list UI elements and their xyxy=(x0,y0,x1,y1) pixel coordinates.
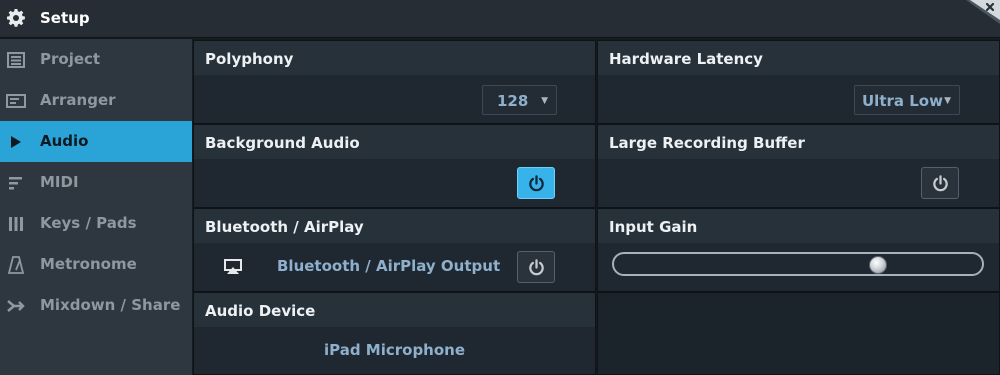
large-recording-buffer-title: Large Recording Buffer xyxy=(609,134,805,152)
audio-device-value[interactable]: iPad Microphone xyxy=(194,341,595,359)
bluetooth-output-label[interactable]: Bluetooth / AirPlay Output xyxy=(277,257,500,275)
sidebar-item-label: Project xyxy=(40,50,101,68)
sidebar: Project Arranger Audio MIDI Keys / Pads … xyxy=(0,39,192,375)
sidebar-item-label: MIDI xyxy=(40,173,79,191)
title-bar: Setup xyxy=(0,0,1000,38)
input-gain-title: Input Gain xyxy=(609,218,698,236)
input-gain-slider[interactable] xyxy=(612,252,984,276)
polyphony-value: 128 xyxy=(497,92,529,110)
sidebar-item-audio[interactable]: Audio xyxy=(0,121,192,162)
hardware-latency-title: Hardware Latency xyxy=(609,50,763,68)
close-icon xyxy=(966,0,1000,24)
large-recording-buffer-panel: Large Recording Buffer xyxy=(597,124,1000,208)
panel-header: Audio Device xyxy=(194,293,595,327)
airplay-icon xyxy=(224,259,242,274)
panel-header: Hardware Latency xyxy=(598,41,999,75)
background-audio-toggle[interactable] xyxy=(517,167,555,199)
panel-header: Input Gain xyxy=(598,209,999,243)
sidebar-item-project[interactable]: Project xyxy=(0,39,192,80)
sidebar-item-mixdown-share[interactable]: Mixdown / Share xyxy=(0,285,192,326)
power-icon xyxy=(529,259,544,276)
panel-header: Background Audio xyxy=(194,125,595,159)
sidebar-item-label: Keys / Pads xyxy=(40,214,137,232)
hardware-latency-select[interactable]: Ultra Low ▼ xyxy=(854,85,960,115)
keys-icon xyxy=(9,217,23,231)
bluetooth-panel: Bluetooth / AirPlay Bluetooth / AirPlay … xyxy=(193,208,596,292)
polyphony-select[interactable]: 128 ▼ xyxy=(482,85,557,115)
midi-icon xyxy=(9,177,22,190)
sidebar-item-label: Metronome xyxy=(40,255,137,273)
hardware-latency-value: Ultra Low xyxy=(862,92,943,110)
bluetooth-toggle[interactable] xyxy=(517,251,555,283)
share-icon xyxy=(7,300,25,312)
sidebar-item-label: Arranger xyxy=(40,91,116,109)
sidebar-item-arranger[interactable]: Arranger xyxy=(0,80,192,121)
polyphony-title: Polyphony xyxy=(205,50,294,68)
hardware-latency-panel: Hardware Latency Ultra Low ▼ xyxy=(597,40,1000,124)
audio-device-title: Audio Device xyxy=(205,302,316,320)
audio-device-panel: Audio Device iPad Microphone xyxy=(193,292,596,375)
list-icon xyxy=(7,52,25,68)
power-icon xyxy=(933,175,948,192)
panel-header: Bluetooth / AirPlay xyxy=(194,209,595,243)
power-icon xyxy=(529,175,544,192)
sidebar-item-label: Mixdown / Share xyxy=(40,296,181,314)
play-icon xyxy=(11,136,21,148)
sidebar-item-metronome[interactable]: Metronome xyxy=(0,244,192,285)
input-gain-panel: Input Gain xyxy=(597,208,1000,292)
background-audio-title: Background Audio xyxy=(205,134,360,152)
panel-header: Polyphony xyxy=(194,41,595,75)
sidebar-item-midi[interactable]: MIDI xyxy=(0,162,192,203)
chevron-down-icon: ▼ xyxy=(944,96,951,106)
large-recording-buffer-toggle[interactable] xyxy=(921,167,959,199)
window-title: Setup xyxy=(40,9,90,27)
metronome-icon xyxy=(7,256,25,274)
empty-panel xyxy=(597,292,1000,375)
input-gain-slider-thumb[interactable] xyxy=(869,256,888,274)
panel-header: Large Recording Buffer xyxy=(598,125,999,159)
close-button[interactable] xyxy=(966,0,1000,24)
background-audio-panel: Background Audio xyxy=(193,124,596,208)
bluetooth-title: Bluetooth / AirPlay xyxy=(205,218,364,236)
arranger-icon xyxy=(6,94,26,108)
gear-icon xyxy=(7,9,25,27)
sidebar-item-keys-pads[interactable]: Keys / Pads xyxy=(0,203,192,244)
chevron-down-icon: ▼ xyxy=(541,96,548,106)
polyphony-panel: Polyphony 128 ▼ xyxy=(193,40,596,124)
sidebar-item-label: Audio xyxy=(40,132,89,150)
